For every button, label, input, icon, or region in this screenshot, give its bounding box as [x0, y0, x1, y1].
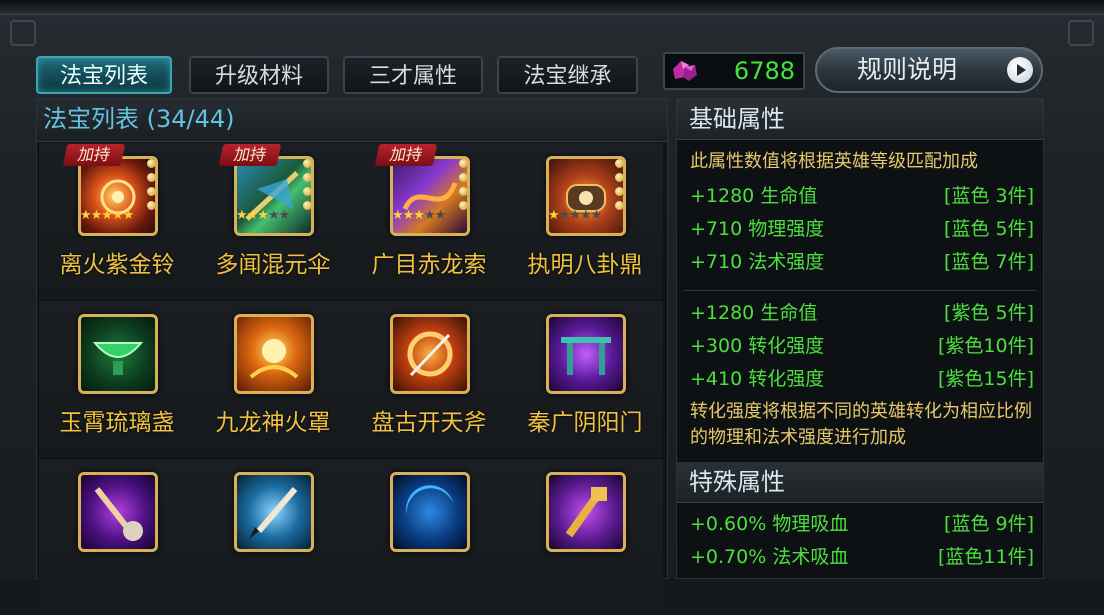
- stat-value: +0.60% 物理吸血: [690, 513, 849, 535]
- frame-corner: [1068, 20, 1094, 46]
- treasure-item[interactable]: 加持 ★★★★★ 广目赤龙索: [351, 143, 507, 299]
- stat-row: +1280 生命值 [紫色 5件]: [690, 298, 1034, 328]
- stat-row: +710 法术强度 [蓝色 7件]: [690, 247, 1034, 277]
- frame-corner: [10, 20, 36, 46]
- crescent-blade-icon: [390, 472, 470, 552]
- gate-icon: [546, 314, 626, 394]
- treasure-item[interactable]: 秦广阴阳门: [507, 301, 663, 457]
- treasure-item[interactable]: ★★★★★ 执明八卦鼎: [507, 143, 663, 299]
- treasure-item[interactable]: [39, 459, 195, 615]
- play-arrow-icon: [1007, 57, 1033, 83]
- currency-display: 6788: [663, 52, 805, 90]
- treasure-item[interactable]: 加持 ★★★★★ 多闻混元伞: [195, 143, 351, 299]
- stat-row: +300 转化强度 [紫色10件]: [690, 331, 1034, 361]
- stat-requirement: [紫色 5件]: [944, 302, 1034, 324]
- frame-top-bar: [0, 0, 1104, 15]
- jade-cup-icon: [78, 314, 158, 394]
- dragon-rope-icon: [390, 156, 470, 236]
- stat-value: +1280 生命值: [690, 302, 818, 324]
- treasure-name: 盘古开天斧: [371, 410, 487, 436]
- tab-treasure-list[interactable]: 法宝列表: [36, 56, 172, 94]
- empowered-badge: 加持: [374, 144, 438, 166]
- stat-value: +710 法术强度: [690, 251, 825, 273]
- stat-row: +1280 生命值 [蓝色 3件]: [690, 181, 1034, 211]
- treasure-item[interactable]: 盘古开天斧: [351, 301, 507, 457]
- treasure-name: 广目赤龙索: [371, 252, 487, 278]
- stat-requirement: [紫色15件]: [937, 368, 1034, 390]
- treasure-list-panel: 法宝列表 (34/44) 加持 ★★★★★ 离火紫金铃 加持 ★★★★★ 多闻混…: [36, 98, 668, 615]
- treasure-item[interactable]: 玉霄琉璃盏: [39, 301, 195, 457]
- empowered-badge: 加持: [218, 144, 282, 166]
- treasure-item[interactable]: 加持 ★★★★★ 离火紫金铃: [39, 143, 195, 299]
- treasure-name: 九龙神火罩: [215, 410, 331, 436]
- star-rating: ★★★★★: [80, 208, 134, 223]
- umbrella-icon: [234, 156, 314, 236]
- golden-club-icon: [546, 472, 626, 552]
- ruyi-scepter-icon: [78, 472, 158, 552]
- grade-dots: [615, 159, 625, 215]
- basic-attributes-title: 基础属性: [689, 105, 785, 133]
- attributes-panel: 基础属性 此属性数值将根据英雄等级匹配加成 +1280 生命值 [蓝色 3件] …: [676, 98, 1044, 579]
- treasure-item[interactable]: [507, 459, 663, 615]
- tab-upgrade-materials[interactable]: 升级材料: [189, 56, 329, 94]
- stat-requirement: [蓝色 9件]: [944, 513, 1034, 535]
- star-rating: ★★★★★: [236, 208, 290, 223]
- basic-attributes-desc: 此属性数值将根据英雄等级匹配加成: [690, 151, 978, 172]
- grade-dots: [459, 159, 469, 215]
- special-attributes-header: 特殊属性: [677, 462, 1043, 503]
- basic-attributes-header: 基础属性: [677, 99, 1043, 140]
- star-rating: ★★★★★: [392, 208, 446, 223]
- empowered-badge: 加持: [62, 144, 126, 166]
- bagua-cauldron-icon: [546, 156, 626, 236]
- treasure-list-header: 法宝列表 (34/44): [37, 99, 667, 142]
- tab-sancai-attributes[interactable]: 三才属性: [343, 56, 483, 94]
- conversion-note: 转化强度将根据不同的英雄转化为相应比例的物理和法术强度进行加成: [690, 401, 1032, 448]
- stat-row: +710 物理强度 [蓝色 5件]: [690, 214, 1034, 244]
- stat-value: +1280 生命值: [690, 185, 818, 207]
- tab-treasure-inherit[interactable]: 法宝继承: [497, 56, 638, 94]
- stat-row: +0.60% 物理吸血 [蓝色 9件]: [690, 509, 1034, 539]
- treasure-name: 玉霄琉璃盏: [59, 410, 175, 436]
- star-rating: ★★★★★: [548, 208, 602, 223]
- stat-value: +300 转化强度: [690, 335, 825, 357]
- currency-value: 6788: [733, 57, 795, 85]
- stat-row: +0.70% 法术吸血 [蓝色11件]: [690, 542, 1034, 572]
- treasure-name: 秦广阴阳门: [527, 410, 643, 436]
- golden-bell-icon: [78, 156, 158, 236]
- stat-value: +410 转化强度: [690, 368, 825, 390]
- treasure-name: 离火紫金铃: [59, 252, 175, 278]
- purple-gem-icon: [673, 61, 697, 81]
- treasure-item[interactable]: [195, 459, 351, 615]
- stat-requirement: [蓝色11件]: [937, 546, 1034, 568]
- grade-dots: [303, 159, 313, 215]
- rules-button-label: 规则说明: [857, 55, 958, 84]
- stat-requirement: [紫色10件]: [937, 335, 1034, 357]
- treasure-item[interactable]: 九龙神火罩: [195, 301, 351, 457]
- axe-icon: [390, 314, 470, 394]
- grade-dots: [147, 159, 157, 215]
- stat-value: +0.70% 法术吸血: [690, 546, 849, 568]
- stat-value: +710 物理强度: [690, 218, 825, 240]
- treasure-name: 多闻混元伞: [215, 252, 331, 278]
- rules-button[interactable]: 规则说明: [815, 47, 1043, 93]
- treasure-list-title: 法宝列表 (34/44): [43, 105, 235, 133]
- brush-icon: [234, 472, 314, 552]
- stat-requirement: [蓝色 3件]: [944, 185, 1034, 207]
- divider: [683, 290, 1037, 291]
- stat-requirement: [蓝色 7件]: [944, 251, 1034, 273]
- fire-cover-icon: [234, 314, 314, 394]
- stat-requirement: [蓝色 5件]: [944, 218, 1034, 240]
- stat-row: +410 转化强度 [紫色15件]: [690, 364, 1034, 394]
- treasure-name: 执明八卦鼎: [527, 252, 643, 278]
- treasure-item[interactable]: [351, 459, 507, 615]
- special-attributes-title: 特殊属性: [689, 468, 785, 496]
